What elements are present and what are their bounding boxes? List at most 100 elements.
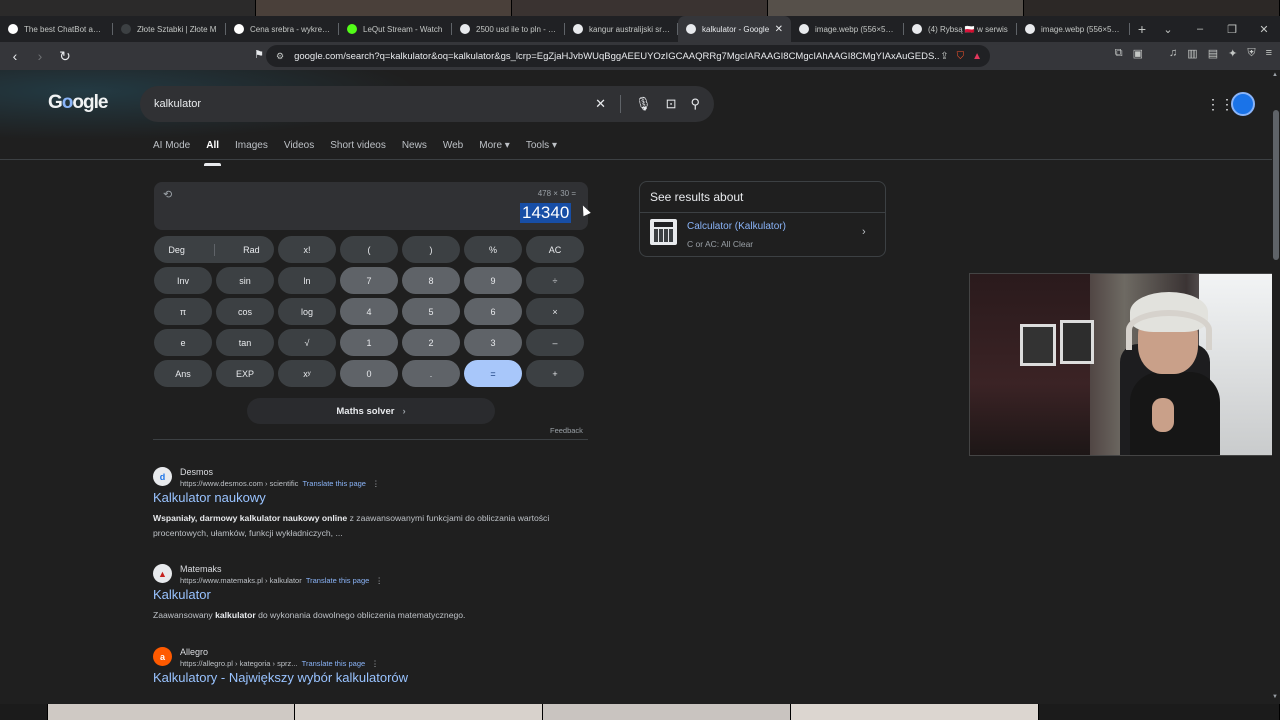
calc-key[interactable]: ln <box>278 267 336 294</box>
calc-key[interactable]: EXP <box>216 360 274 387</box>
lens-icon[interactable]: ⊡ <box>666 96 677 112</box>
calc-key[interactable]: ) <box>402 236 460 263</box>
calc-key[interactable]: Ans <box>154 360 212 387</box>
calc-key[interactable]: 9 <box>464 267 522 294</box>
calc-key[interactable]: x! <box>278 236 336 263</box>
calc-key[interactable]: 5 <box>402 298 460 325</box>
calc-key[interactable]: 2 <box>402 329 460 356</box>
screenshot-icon[interactable]: ▣ <box>1133 47 1143 60</box>
browser-tab[interactable]: Złote Sztabki | Złote M <box>113 16 226 42</box>
browser-tab[interactable]: image.webp (556×574) <box>1017 16 1130 42</box>
close-window-icon[interactable]: ✕ <box>1248 23 1280 36</box>
calc-key[interactable]: π <box>154 298 212 325</box>
browser-tab[interactable]: LeQut Stream - Watch <box>339 16 452 42</box>
calc-key[interactable]: Inv <box>154 267 212 294</box>
calc-key[interactable]: 7 <box>340 267 398 294</box>
microphone-icon[interactable]: 🎙︎ <box>635 96 652 112</box>
calc-key[interactable]: + <box>526 360 584 387</box>
result-site-name[interactable]: Allegro <box>180 647 208 657</box>
search-box[interactable]: kalkulator ✕ 🎙︎ ⊡ ⚲ <box>140 86 714 122</box>
result-title[interactable]: Kalkulator naukowy <box>153 490 266 505</box>
brave-rewards-icon[interactable]: ▲ <box>972 51 982 62</box>
search-tab[interactable]: Videos <box>284 140 314 160</box>
calc-key[interactable]: √ <box>278 329 336 356</box>
maths-solver-button[interactable]: Maths solver › <box>247 398 495 424</box>
calc-key[interactable]: ÷ <box>526 267 584 294</box>
search-tab[interactable]: Web <box>443 140 463 160</box>
calc-key[interactable]: tan <box>216 329 274 356</box>
calc-key[interactable]: 6 <box>464 298 522 325</box>
calc-key[interactable]: – <box>526 329 584 356</box>
translate-link[interactable]: Translate this page <box>302 659 366 668</box>
vpn-icon[interactable]: ⛨ <box>1247 47 1255 60</box>
menu-icon[interactable]: ≡ <box>1266 47 1272 60</box>
calc-key[interactable]: log <box>278 298 336 325</box>
calculator-result[interactable]: 14340 <box>520 203 572 223</box>
clear-icon[interactable]: ✕ <box>595 96 606 112</box>
search-tab[interactable]: All <box>204 140 221 166</box>
leo-ai-icon[interactable]: ✦ <box>1228 47 1237 60</box>
result-url[interactable]: https://allegro.pl › kategoria › sprz... <box>180 659 298 668</box>
calc-key[interactable]: 0 <box>340 360 398 387</box>
site-info-icon[interactable]: ⚙ <box>276 51 284 62</box>
calc-key[interactable]: 3 <box>464 329 522 356</box>
search-tab[interactable]: Images <box>235 140 268 160</box>
result-site-name[interactable]: Matemaks <box>180 564 222 574</box>
search-input[interactable]: kalkulator <box>154 98 595 110</box>
search-tab[interactable]: AI Mode <box>153 140 190 160</box>
maximize-icon[interactable]: ❐ <box>1216 23 1248 36</box>
media-icon[interactable]: ♫ <box>1169 47 1177 60</box>
browser-tab[interactable]: kalkulator - Google ✕ <box>678 16 791 42</box>
search-tab[interactable]: More ▾ <box>479 140 510 160</box>
google-logo[interactable]: Google <box>48 92 108 114</box>
more-options-icon[interactable]: ⋮ <box>371 659 379 668</box>
browser-tab[interactable]: (4) Rybsą 🇵🇱 w serwis <box>904 16 1017 42</box>
result-title[interactable]: Kalkulator <box>153 587 211 602</box>
calc-key[interactable]: % <box>464 236 522 263</box>
result-title[interactable]: Kalkulatory - Największy wybór kalkulato… <box>153 670 408 685</box>
calc-key[interactable]: e <box>154 329 212 356</box>
search-tab[interactable]: News <box>402 140 427 160</box>
share-icon[interactable]: ⇪ <box>940 51 948 62</box>
calc-key[interactable]: 8 <box>402 267 460 294</box>
more-options-icon[interactable]: ⋮ <box>375 576 383 585</box>
calc-key[interactable]: . <box>402 360 460 387</box>
calc-key[interactable]: × <box>526 298 584 325</box>
calc-key[interactable]: xʸ <box>278 360 336 387</box>
close-tab-icon[interactable]: ✕ <box>775 24 783 35</box>
chevron-right-icon[interactable]: › <box>862 226 866 238</box>
translate-link[interactable]: Translate this page <box>306 576 370 585</box>
search-tab[interactable]: Short videos <box>330 140 386 160</box>
new-tab-button[interactable]: + <box>1130 21 1154 37</box>
extensions-icon[interactable]: ⧉ <box>1115 47 1123 60</box>
avatar[interactable] <box>1231 92 1255 116</box>
back-icon[interactable]: ‹ <box>5 48 25 64</box>
deg-rad-toggle[interactable]: Deg Rad <box>154 236 274 263</box>
see-results-link[interactable]: Calculator (Kalkulator) <box>687 221 786 232</box>
calc-key[interactable]: cos <box>216 298 274 325</box>
calc-key[interactable]: sin <box>216 267 274 294</box>
result-site-name[interactable]: Desmos <box>180 467 213 477</box>
calc-key[interactable]: 4 <box>340 298 398 325</box>
wallet-icon[interactable]: ▤ <box>1208 47 1218 60</box>
scrollbar-thumb[interactable] <box>1273 110 1279 260</box>
scroll-down-icon[interactable]: ▼ <box>1272 694 1278 700</box>
result-url[interactable]: https://www.desmos.com › scientific <box>180 479 298 488</box>
browser-tab[interactable]: 2500 usd ile to pln - Go <box>452 16 565 42</box>
deg-key[interactable]: Deg <box>168 245 185 255</box>
more-options-icon[interactable]: ⋮ <box>372 479 380 488</box>
history-icon[interactable]: ⟲ <box>163 188 172 201</box>
browser-tab[interactable]: image.webp (556×574) <box>791 16 904 42</box>
tab-search-icon[interactable]: ⌄ <box>1152 23 1184 36</box>
reload-icon[interactable]: ↻ <box>55 48 75 65</box>
calc-key[interactable]: ( <box>340 236 398 263</box>
browser-tab[interactable]: The best ChatBot and W <box>0 16 113 42</box>
rad-key[interactable]: Rad <box>243 245 260 255</box>
translate-link[interactable]: Translate this page <box>302 479 366 488</box>
brave-shield-icon[interactable]: ⛉ <box>957 51 965 62</box>
sidebar-icon[interactable]: ▥ <box>1187 47 1197 60</box>
browser-tab[interactable]: kangur australijski sreb <box>565 16 678 42</box>
search-icon[interactable]: ⚲ <box>690 96 700 112</box>
calc-key[interactable]: = <box>464 360 522 387</box>
feedback-link[interactable]: Feedback <box>550 426 583 435</box>
